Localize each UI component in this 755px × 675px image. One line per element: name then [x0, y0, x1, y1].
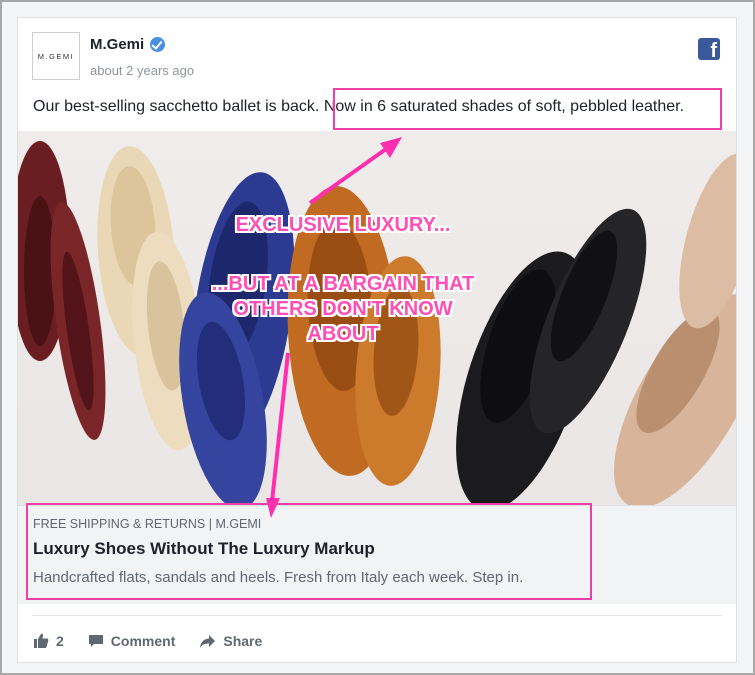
- annotation-bargain-line2: OTHERS DON'T KNOW: [233, 298, 453, 320]
- post-text-part1: Our best-selling sacchetto ballet is bac…: [33, 98, 320, 115]
- page-logo[interactable]: M.GEMI: [32, 32, 80, 80]
- like-icon: [34, 633, 49, 648]
- annotation-bargain-line3: ABOUT: [307, 323, 379, 345]
- highlight-box-post-text: [333, 88, 722, 130]
- annotation-exclusive-luxury: EXCLUSIVE LUXURY...: [235, 214, 451, 236]
- share-icon: [200, 634, 216, 648]
- share-label[interactable]: Share: [223, 633, 262, 649]
- page-name-label[interactable]: M.Gemi: [90, 36, 144, 53]
- actions-divider: [32, 615, 722, 616]
- verified-badge-icon: [150, 37, 166, 52]
- like-count[interactable]: 2: [56, 633, 64, 649]
- comment-button[interactable]: Comment: [88, 633, 176, 649]
- share-button[interactable]: Share: [199, 633, 262, 649]
- like-action[interactable]: 2: [33, 633, 64, 649]
- annotation-arrow-up: [308, 137, 402, 205]
- page-name[interactable]: M.Gemi: [90, 36, 166, 53]
- post-actions: 2 Comment Share: [33, 626, 286, 656]
- facebook-icon: f: [698, 38, 720, 60]
- comment-icon: [88, 634, 103, 647]
- comment-label[interactable]: Comment: [111, 633, 176, 649]
- post-header: M.GEMI M.Gemi about 2 years ago f: [32, 32, 722, 82]
- annotation-bargain-line1: ...BUT AT A BARGAIN THAT: [211, 273, 475, 295]
- highlight-box-link: [26, 503, 592, 600]
- post-timestamp[interactable]: about 2 years ago: [90, 63, 194, 78]
- maroon-shoe: [18, 141, 106, 440]
